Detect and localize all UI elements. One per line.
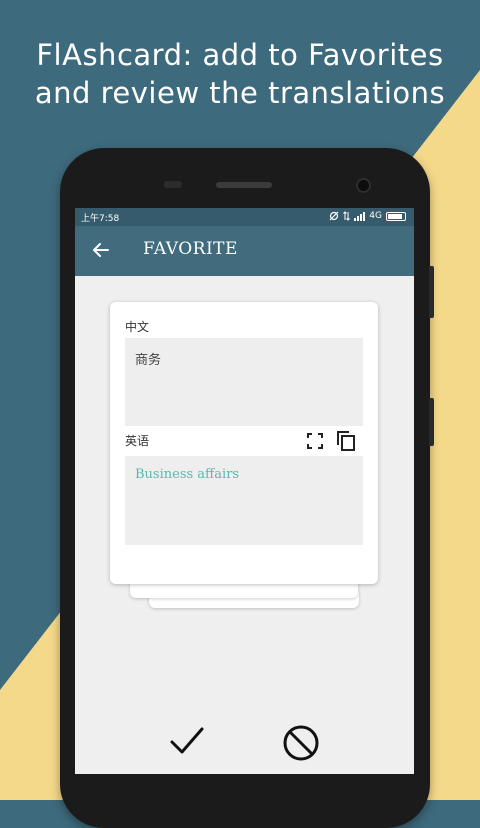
source-language-label: 中文 xyxy=(125,320,150,334)
translation-text: Business affairs xyxy=(135,467,240,482)
promo-headline-line2: and review the translations xyxy=(34,76,446,110)
status-time: 上午7:58 xyxy=(81,214,120,224)
page-title: FAVORITE xyxy=(143,239,238,259)
promo-headline: FlAshcard: add to Favorites and review t… xyxy=(0,36,480,112)
status-icons: 4G xyxy=(329,211,406,221)
sync-icon xyxy=(329,211,339,221)
data-arrows-icon xyxy=(343,211,351,221)
target-language-label: 英语 xyxy=(125,434,150,448)
back-arrow-icon[interactable] xyxy=(89,238,113,262)
front-camera xyxy=(356,178,371,193)
no-symbol-icon[interactable] xyxy=(282,724,320,762)
phone-screen: 上午7:58 4G FAVORITE 中文 商务 英语 Business aff… xyxy=(75,208,414,774)
target-text-box: Business affairs xyxy=(125,456,363,545)
battery-icon xyxy=(386,211,406,221)
network-type: 4G xyxy=(369,211,382,221)
source-text: 商务 xyxy=(135,353,162,368)
proximity-sensor xyxy=(164,181,182,188)
checkmark-icon[interactable] xyxy=(169,724,205,758)
app-bar: FAVORITE xyxy=(75,226,414,276)
volume-button xyxy=(429,266,434,318)
source-text-box: 商务 xyxy=(125,338,363,426)
earpiece-speaker xyxy=(216,182,272,188)
promo-headline-line1: FlAshcard: add to Favorites xyxy=(36,38,444,72)
copy-icon[interactable] xyxy=(336,430,356,452)
fullscreen-icon[interactable] xyxy=(307,433,323,449)
power-button xyxy=(429,398,434,446)
status-bar: 上午7:58 4G xyxy=(75,208,414,226)
flashcard: 中文 商务 英语 Business affairs xyxy=(110,302,378,584)
signal-icon xyxy=(354,211,366,221)
